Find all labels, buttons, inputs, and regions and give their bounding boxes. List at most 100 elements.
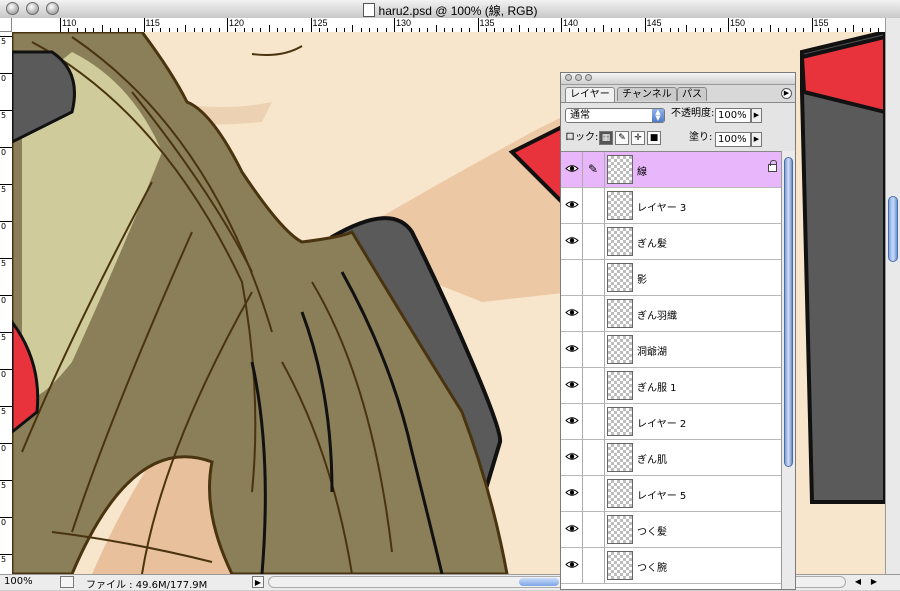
link-toggle[interactable] — [583, 368, 605, 403]
vertical-scroll-thumb[interactable] — [888, 196, 898, 262]
layer-name[interactable]: 影 — [637, 271, 647, 286]
layer-row[interactable]: レイヤー 2 — [561, 404, 781, 440]
ruler-major-tick — [394, 18, 395, 32]
palette-close-button[interactable] — [565, 74, 572, 81]
layer-thumbnail[interactable] — [607, 191, 633, 220]
layer-thumbnail[interactable] — [607, 335, 633, 364]
layer-name[interactable]: レイヤー 3 — [637, 199, 686, 214]
tab-paths[interactable]: パス — [677, 87, 707, 101]
layer-name[interactable]: ぎん羽織 — [637, 307, 677, 322]
scroll-right-arrow-icon[interactable]: ▶ — [868, 576, 880, 588]
lock-image-button[interactable]: ✎ — [615, 131, 629, 145]
window-title: haru2.psd @ 100% (線, RGB) — [378, 4, 538, 18]
palette-zoom-button[interactable] — [585, 74, 592, 81]
lock-icon — [768, 160, 777, 172]
layer-list-scrollbar[interactable] — [781, 151, 795, 589]
ruler-left-label: 0 — [1, 518, 7, 527]
ruler-left-label: 5 — [1, 333, 7, 342]
layer-row[interactable]: 影 — [561, 260, 781, 296]
link-toggle[interactable] — [583, 260, 605, 295]
document-info-icon[interactable] — [60, 576, 74, 588]
opacity-field[interactable]: 100% — [715, 108, 751, 123]
layer-thumbnail[interactable] — [607, 551, 633, 580]
layer-row[interactable]: つく腕 — [561, 548, 781, 584]
layer-row[interactable]: ✎ 線 — [561, 152, 781, 188]
horizontal-scroll-thumb[interactable] — [519, 578, 559, 586]
link-toggle[interactable] — [583, 332, 605, 367]
palette-title-bar[interactable] — [561, 73, 795, 85]
visibility-toggle[interactable] — [561, 368, 583, 403]
layer-name[interactable]: ぎん服 1 — [637, 379, 677, 394]
layer-thumbnail[interactable] — [607, 155, 633, 184]
eye-icon — [565, 237, 579, 244]
layer-row[interactable]: ぎん肌 — [561, 440, 781, 476]
layer-row[interactable]: ぎん羽織 — [561, 296, 781, 332]
tab-channels[interactable]: チャンネル — [617, 87, 677, 101]
layer-row[interactable]: ぎん髪 — [561, 224, 781, 260]
link-toggle[interactable] — [583, 440, 605, 475]
layer-list-scroll-thumb[interactable] — [784, 157, 793, 467]
visibility-toggle[interactable] — [561, 404, 583, 439]
visibility-toggle[interactable] — [561, 296, 583, 331]
tab-layers[interactable]: レイヤー — [565, 87, 615, 102]
palette-minimize-button[interactable] — [575, 74, 582, 81]
layer-thumbnail[interactable] — [607, 407, 633, 436]
fill-slider-arrow-icon[interactable]: ▶ — [751, 132, 762, 147]
fill-field[interactable]: 100% — [715, 132, 751, 147]
visibility-toggle[interactable] — [561, 476, 583, 511]
layer-thumbnail[interactable] — [607, 299, 633, 328]
link-toggle[interactable] — [583, 512, 605, 547]
visibility-toggle[interactable] — [561, 548, 583, 583]
layer-thumbnail[interactable] — [607, 443, 633, 472]
link-toggle[interactable] — [583, 404, 605, 439]
eye-icon — [565, 489, 579, 496]
vertical-scrollbar[interactable] — [885, 18, 900, 574]
layer-row[interactable]: レイヤー 3 — [561, 188, 781, 224]
scroll-left-arrow-icon[interactable]: ◀ — [852, 576, 864, 588]
link-toggle[interactable] — [583, 224, 605, 259]
lock-position-button[interactable]: ✛ — [631, 131, 645, 145]
ruler-left-label: 5 — [1, 37, 7, 46]
layer-thumbnail[interactable] — [607, 371, 633, 400]
layer-row[interactable]: つく髪 — [561, 512, 781, 548]
link-toggle[interactable] — [583, 548, 605, 583]
layer-name[interactable]: レイヤー 2 — [637, 415, 686, 430]
horizontal-ruler[interactable]: 110115120125130135140145150155160165 — [12, 18, 885, 33]
window-title-bar: haru2.psd @ 100% (線, RGB) — [0, 0, 900, 19]
ruler-minor-tick — [686, 25, 688, 32]
lock-all-button[interactable]: ■ — [647, 131, 661, 145]
visibility-toggle[interactable] — [561, 260, 583, 295]
visibility-toggle[interactable] — [561, 188, 583, 223]
zoom-level[interactable]: 100% — [4, 576, 33, 587]
layer-name[interactable]: ぎん肌 — [637, 451, 667, 466]
link-toggle[interactable]: ✎ — [583, 152, 605, 187]
visibility-toggle[interactable] — [561, 440, 583, 475]
layer-row[interactable]: 洞爺湖 — [561, 332, 781, 368]
layer-name[interactable]: 線 — [637, 163, 647, 178]
status-menu-arrow-icon[interactable]: ▶ — [252, 576, 264, 588]
layer-name[interactable]: レイヤー 5 — [637, 487, 686, 502]
layer-thumbnail[interactable] — [607, 263, 633, 292]
ruler-corner[interactable] — [0, 18, 12, 32]
layer-row[interactable]: ぎん服 1 — [561, 368, 781, 404]
link-toggle[interactable] — [583, 188, 605, 223]
opacity-slider-arrow-icon[interactable]: ▶ — [751, 108, 762, 123]
palette-menu-button[interactable]: ▶ — [781, 88, 792, 99]
blend-mode-select[interactable]: 通常 ▲ ▼ — [565, 108, 665, 123]
layer-thumbnail[interactable] — [607, 479, 633, 508]
link-toggle[interactable] — [583, 296, 605, 331]
layer-name[interactable]: つく髪 — [637, 523, 667, 538]
layer-thumbnail[interactable] — [607, 515, 633, 544]
visibility-toggle[interactable] — [561, 152, 583, 187]
layer-name[interactable]: つく腕 — [637, 559, 667, 574]
layer-name[interactable]: ぎん髪 — [637, 235, 667, 250]
link-toggle[interactable] — [583, 476, 605, 511]
lock-transparency-button[interactable]: ▦ — [599, 131, 613, 145]
visibility-toggle[interactable] — [561, 224, 583, 259]
ruler-left-label: 5 — [1, 185, 7, 194]
layer-thumbnail[interactable] — [607, 227, 633, 256]
visibility-toggle[interactable] — [561, 512, 583, 547]
visibility-toggle[interactable] — [561, 332, 583, 367]
layer-row[interactable]: レイヤー 5 — [561, 476, 781, 512]
layer-name[interactable]: 洞爺湖 — [637, 343, 667, 358]
